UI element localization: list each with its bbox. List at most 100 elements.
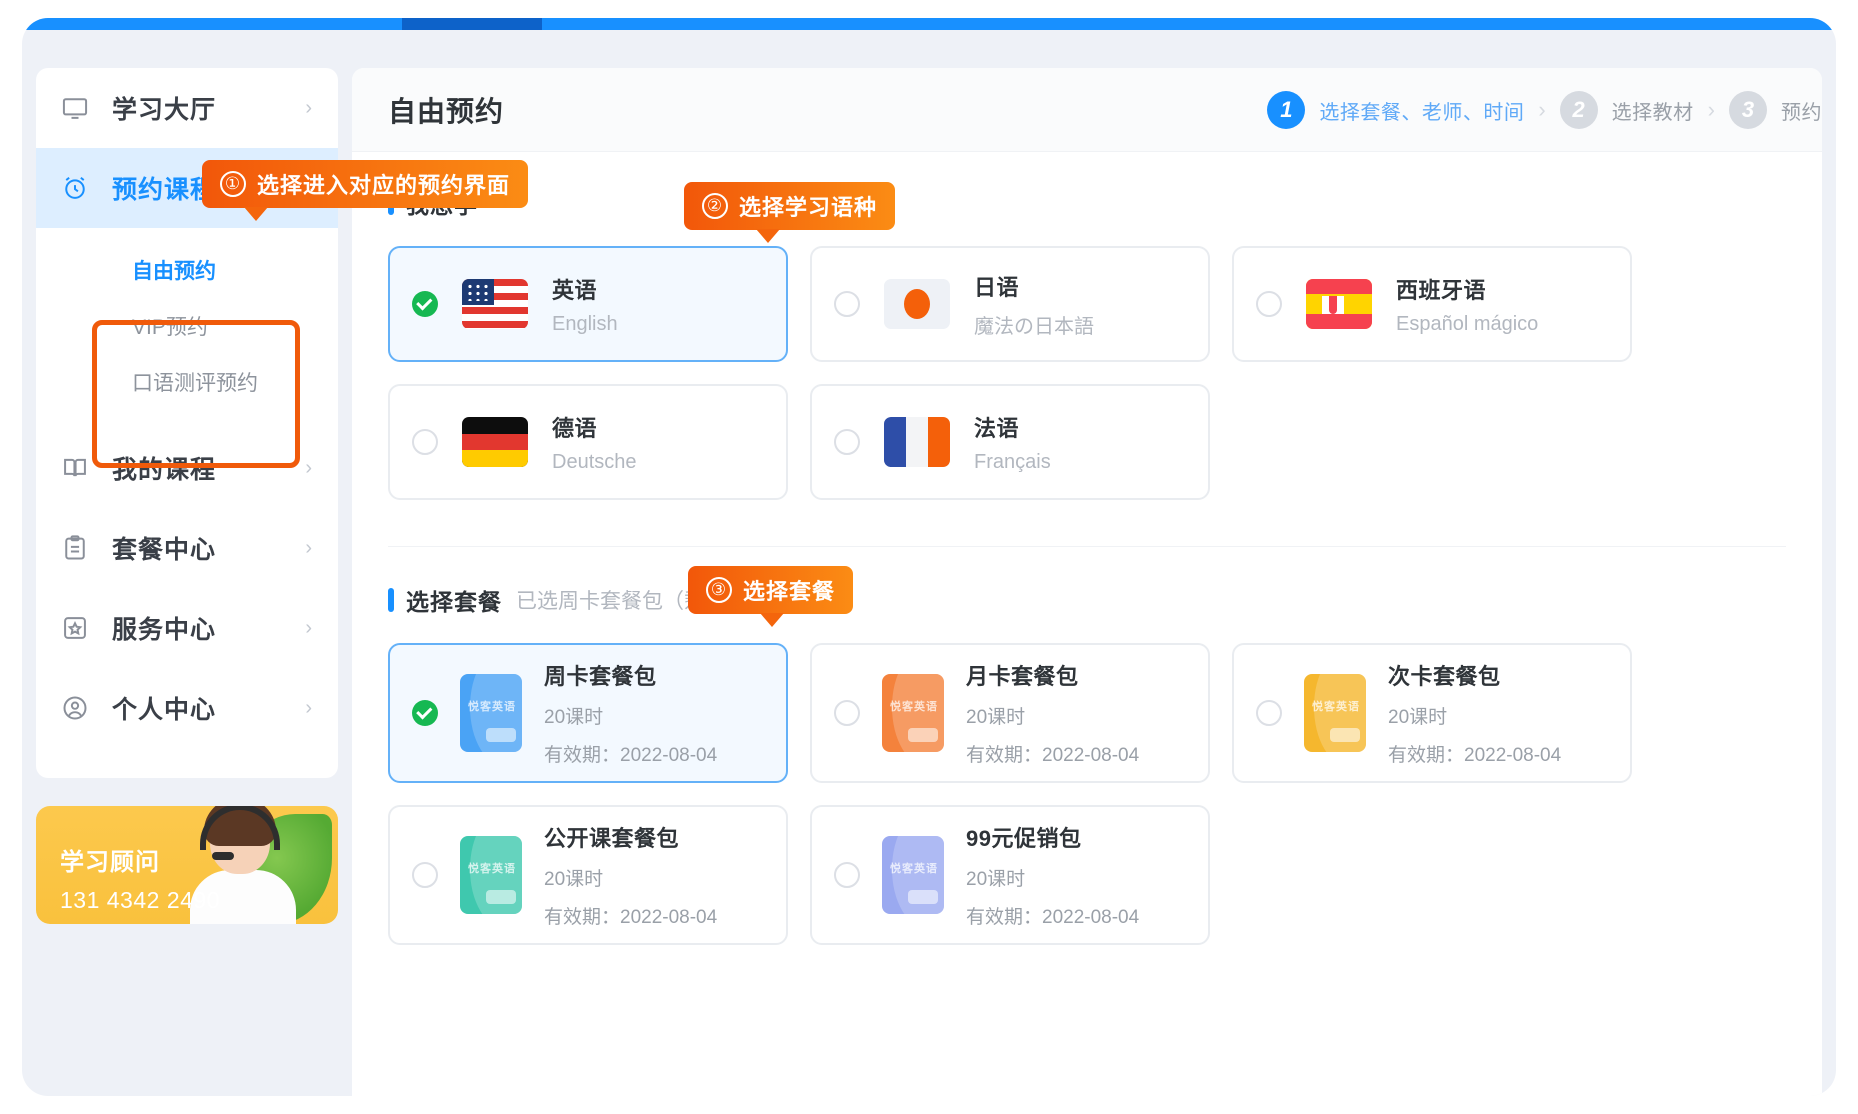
radio-icon[interactable] — [412, 429, 438, 455]
package-validity: 有效期：2022-08-04 — [544, 907, 718, 928]
flag-fr-icon — [884, 417, 950, 467]
sidebar-subitem-vip-booking[interactable]: VIP预约 — [36, 298, 338, 354]
radio-icon[interactable] — [1256, 700, 1282, 726]
step-1[interactable]: 1 选择套餐、老师、时间 — [1267, 91, 1524, 129]
sidebar-subitem-oral-test-booking[interactable]: 口语测评预约 — [36, 354, 338, 410]
language-card-english[interactable]: 英语 English — [388, 246, 788, 362]
language-name: 法语 — [974, 415, 1020, 441]
sidebar-item-label: 套餐中心 — [112, 536, 217, 564]
sidebar-item-personal-center[interactable]: 个人中心 › — [36, 668, 338, 748]
package-thumb: 悦客英语 — [1304, 674, 1366, 752]
language-card-german[interactable]: 德语 Deutsche — [388, 384, 788, 500]
step-1-badge: 1 — [1267, 91, 1306, 129]
callout-text: 选择套餐 — [743, 579, 836, 604]
package-name: 周卡套餐包 — [544, 664, 657, 689]
section-divider — [388, 546, 1786, 547]
package-hours: 20课时 — [544, 707, 604, 728]
radio-icon[interactable] — [834, 291, 860, 317]
language-card-french[interactable]: 法语 Français — [810, 384, 1210, 500]
language-subtitle: Deutsche — [552, 450, 637, 473]
sidebar-subitem-label: 口语测评预约 — [132, 372, 258, 395]
sidebar-item-label: 学习大厅 — [112, 96, 217, 124]
package-hours: 20课时 — [966, 869, 1026, 890]
chevron-right-icon: › — [305, 616, 312, 639]
package-validity: 有效期：2022-08-04 — [966, 907, 1140, 928]
step-separator-icon: › — [1707, 97, 1715, 122]
language-name: 英语 — [552, 277, 598, 303]
flag-es-icon — [1306, 279, 1372, 329]
main-header: 自由预约 1 选择套餐、老师、时间 › 2 选择教材 › 3 预约 — [352, 68, 1822, 152]
radio-icon[interactable] — [834, 862, 860, 888]
sidebar-item-my-courses[interactable]: 我的课程 › — [36, 428, 338, 508]
language-subtitle: Español mágico — [1396, 312, 1539, 335]
callout-step-2: ② 选择学习语种 — [684, 182, 896, 243]
package-card-grid: 悦客英语 周卡套餐包 20课时 有效期：2022-08-04 悦客英语 月卡套餐… — [352, 643, 1822, 945]
callout-text: 选择学习语种 — [739, 195, 878, 220]
clipboard-icon — [60, 533, 90, 563]
chevron-right-icon: › — [305, 96, 312, 119]
step-3-badge: 3 — [1729, 91, 1767, 129]
sidebar-item-study-hall[interactable]: 学习大厅 › — [36, 68, 338, 148]
language-name: 德语 — [552, 415, 598, 441]
package-thumb: 悦客英语 — [882, 674, 944, 752]
step-2-label: 选择教材 — [1611, 101, 1694, 124]
app-window: 学习大厅 › 预约课程 ⌄ 自由预约 VIP预约 口语测评预约 — [22, 18, 1836, 1096]
sidebar-subitem-label: VIP预约 — [132, 316, 208, 339]
step-indicator: 1 选择套餐、老师、时间 › 2 选择教材 › 3 预约 — [1267, 68, 1822, 152]
chevron-right-icon: › — [305, 536, 312, 559]
package-card-open-class[interactable]: 悦客英语 公开课套餐包 20课时 有效期：2022-08-04 — [388, 805, 788, 945]
user-circle-icon — [60, 693, 90, 723]
study-advisor-card[interactable]: 学习顾问 131 4342 2490 — [36, 806, 338, 924]
package-name: 次卡套餐包 — [1388, 664, 1501, 689]
radio-icon[interactable] — [834, 700, 860, 726]
language-card-spanish[interactable]: 西班牙语 Español mágico — [1232, 246, 1632, 362]
package-hours: 20课时 — [1388, 707, 1448, 728]
sidebar-item-service-center[interactable]: 服务中心 › — [36, 588, 338, 668]
package-card-weekly[interactable]: 悦客英语 周卡套餐包 20课时 有效期：2022-08-04 — [388, 643, 788, 783]
package-name: 99元促销包 — [966, 826, 1082, 851]
package-card-per-session[interactable]: 悦客英语 次卡套餐包 20课时 有效期：2022-08-04 — [1232, 643, 1632, 783]
package-name: 月卡套餐包 — [966, 664, 1079, 689]
sidebar-item-package-center[interactable]: 套餐中心 › — [36, 508, 338, 588]
main-panel: 自由预约 1 选择套餐、老师、时间 › 2 选择教材 › 3 预约 英语 Eng… — [352, 68, 1822, 1096]
radio-icon[interactable] — [834, 429, 860, 455]
package-card-monthly[interactable]: 悦客英语 月卡套餐包 20课时 有效期：2022-08-04 — [810, 643, 1210, 783]
package-validity: 有效期：2022-08-04 — [966, 745, 1140, 766]
callout-step-1: ① 选择进入对应的预约界面 — [202, 160, 529, 221]
callout-text: 选择进入对应的预约界面 — [257, 173, 511, 198]
language-name: 西班牙语 — [1396, 277, 1487, 303]
step-3[interactable]: 3 预约 — [1729, 91, 1822, 129]
package-thumb: 悦客英语 — [882, 836, 944, 914]
package-brand: 悦客英语 — [890, 701, 938, 713]
monitor-icon — [60, 93, 90, 123]
chevron-right-icon: › — [305, 696, 312, 719]
package-validity: 有效期：2022-08-04 — [544, 745, 718, 766]
step-2-badge: 2 — [1559, 91, 1598, 129]
advisor-title: 学习顾问 — [60, 849, 160, 876]
step-2[interactable]: 2 选择教材 — [1559, 91, 1694, 129]
star-badge-icon — [60, 613, 90, 643]
book-icon — [60, 453, 90, 483]
package-brand: 悦客英语 — [1312, 701, 1360, 713]
language-subtitle: 魔法の日本語 — [974, 315, 1094, 338]
radio-checked-icon[interactable] — [412, 700, 438, 726]
step-separator-icon: › — [1538, 97, 1546, 122]
package-card-promo-99[interactable]: 悦客英语 99元促销包 20课时 有效期：2022-08-04 — [810, 805, 1210, 945]
sidebar-item-label: 个人中心 — [112, 696, 217, 724]
callout-number: ③ — [706, 577, 732, 603]
callout-step-3: ③ 选择套餐 — [688, 566, 854, 627]
step-1-label: 选择套餐、老师、时间 — [1319, 101, 1525, 124]
package-thumb: 悦客英语 — [460, 836, 522, 914]
sidebar-subnav: 自由预约 VIP预约 口语测评预约 — [36, 228, 338, 428]
package-hours: 20课时 — [544, 869, 604, 890]
package-section-label: 选择套餐 — [406, 589, 502, 615]
section-accent-bar — [388, 588, 394, 612]
radio-icon[interactable] — [412, 862, 438, 888]
advisor-phone: 131 4342 2490 — [60, 887, 220, 913]
radio-icon[interactable] — [1256, 291, 1282, 317]
sidebar-subitem-free-booking[interactable]: 自由预约 — [36, 242, 338, 298]
radio-checked-icon[interactable] — [412, 291, 438, 317]
sidebar-item-label: 我的课程 — [112, 456, 217, 484]
window-top-bar — [22, 18, 1836, 30]
language-card-japanese[interactable]: 日语 魔法の日本語 — [810, 246, 1210, 362]
